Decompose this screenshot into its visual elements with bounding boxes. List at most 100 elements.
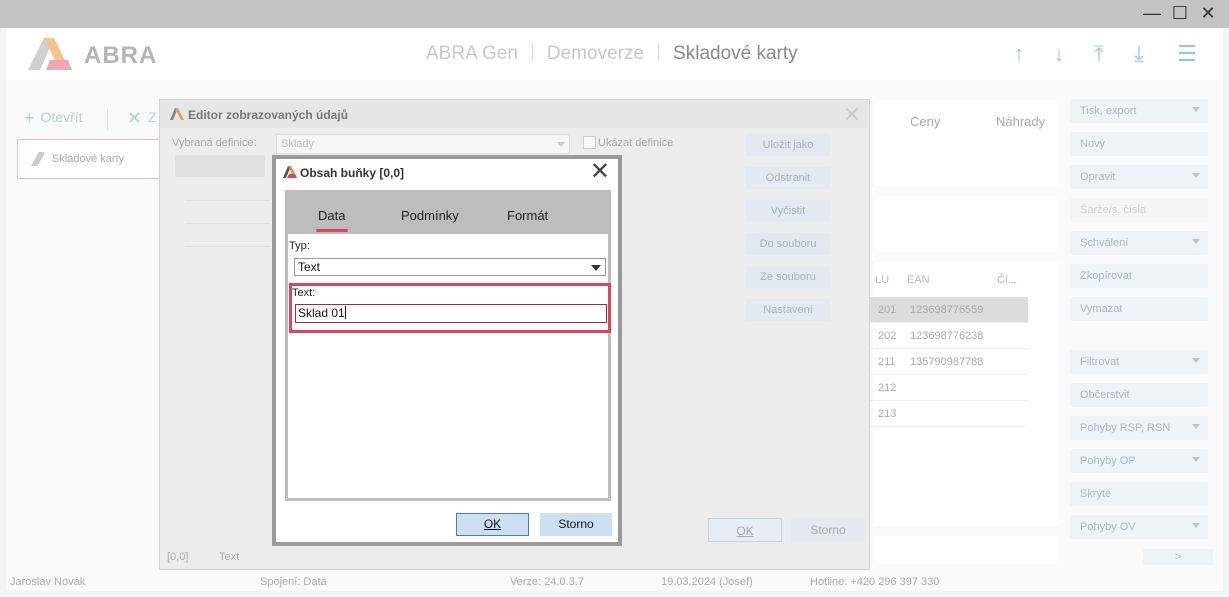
editor-grid-header — [175, 155, 265, 177]
text-field-highlight: Text: Sklad 01 — [289, 283, 611, 333]
maximize-icon[interactable]: ☐ — [1167, 2, 1193, 24]
arrow-down-icon[interactable]: ↓ — [1047, 42, 1071, 66]
page-title: Skladové karty — [673, 43, 798, 64]
abra-small-icon — [170, 108, 184, 120]
side-button-6[interactable]: Vymazat — [1070, 297, 1208, 321]
cell-position: [0,0] — [167, 551, 189, 563]
tab-nahrady[interactable]: Náhrady — [996, 114, 1045, 129]
definition-select[interactable]: Sklady — [276, 134, 570, 154]
more-button[interactable]: > — [1143, 549, 1213, 565]
toolbar-divider — [107, 108, 108, 130]
breadcrumb-item[interactable]: Demoverze — [547, 43, 644, 64]
background-tabs: Ceny Náhrady — [874, 100, 1058, 146]
card-icon — [30, 152, 44, 166]
close-button[interactable]: ✕ Z — [127, 108, 157, 129]
close-icon[interactable]: ✕ — [590, 159, 610, 185]
show-definition-checkbox[interactable] — [583, 136, 596, 149]
arrow-up-icon[interactable]: ↑ — [1007, 42, 1031, 66]
minimize-icon[interactable]: — — [1139, 2, 1165, 24]
divider — [185, 246, 270, 247]
save-as-button[interactable]: Uložit jako — [746, 134, 830, 156]
side-button-8[interactable]: Občerstvit — [1070, 383, 1208, 407]
chevron-down-icon — [1192, 457, 1200, 462]
table-row[interactable]: 202 123698776238 — [868, 323, 1028, 349]
abra-logo: ABRA — [28, 38, 168, 70]
side-button-4[interactable]: Schválení — [1070, 231, 1208, 255]
show-definition-label: Ukázat definice — [598, 137, 674, 149]
table-row[interactable]: 201 123698776559 — [868, 297, 1028, 323]
active-tab-indicator — [316, 229, 348, 232]
background-panel — [874, 146, 1058, 186]
side-button-11[interactable]: Skryté — [1070, 482, 1208, 506]
tab-content: Typ: Text Text: Sklad 01 — [285, 234, 611, 501]
table-row[interactable]: 213 — [868, 401, 1028, 427]
arrow-to-top-icon[interactable]: ⤒ — [1087, 42, 1111, 66]
ok-button[interactable]: OK — [456, 513, 529, 536]
chevron-down-icon — [1192, 173, 1200, 178]
chevron-down-icon — [1192, 107, 1200, 112]
delete-button[interactable]: Odstranit — [746, 167, 830, 189]
status-version: Verze: 24.0.3.7 — [510, 576, 584, 588]
close-icon: ✕ — [127, 108, 143, 128]
breadcrumb: ABRA Gen Demoverze Skladové karty — [426, 42, 798, 65]
divider — [185, 200, 270, 201]
side-button-7[interactable]: Filtrovat — [1070, 350, 1208, 374]
divider — [185, 223, 270, 224]
abra-small-icon — [283, 166, 297, 178]
window-titlebar: — ☐ ✕ — [0, 0, 1229, 28]
status-hotline: Hotline: +420 296 397 330 — [810, 576, 940, 588]
editor-title: Editor zobrazovaných údajů — [188, 108, 349, 122]
status-connection: Spojení: Data — [260, 576, 327, 588]
text-caret — [344, 306, 346, 319]
tab-podminky[interactable]: Podmínky — [401, 208, 459, 223]
arrow-to-bottom-icon[interactable]: ⤓ — [1127, 42, 1151, 66]
side-button-12[interactable]: Pohyby OV — [1070, 515, 1208, 539]
breadcrumb-item[interactable]: ABRA Gen — [426, 43, 518, 64]
side-button-3[interactable]: Šarže/s. čísla — [1070, 198, 1208, 222]
settings-button[interactable]: Nastavení — [746, 299, 830, 321]
side-button-0[interactable]: Tisk, export — [1070, 99, 1208, 123]
table-row[interactable]: 211 135790987788 — [868, 349, 1028, 375]
tab-data[interactable]: Data — [318, 208, 345, 223]
hamburger-menu-icon[interactable]: ☰ — [1175, 42, 1199, 66]
type-select[interactable]: Text — [294, 258, 606, 276]
logo-text: ABRA — [84, 42, 158, 69]
definition-label: Vybraná definice: — [172, 137, 257, 149]
side-button-5[interactable]: Zkopírovat — [1070, 264, 1208, 288]
table-row[interactable]: 212 — [868, 375, 1028, 401]
abra-logo-icon — [28, 38, 72, 70]
open-button[interactable]: + Otevřít — [24, 108, 83, 129]
chevron-down-icon — [1192, 239, 1200, 244]
chevron-down-icon — [591, 265, 601, 271]
text-label: Text: — [292, 287, 316, 299]
editor-cancel-button[interactable]: Storno — [791, 518, 865, 542]
status-date: 19.03.2024 (Josef) — [661, 576, 753, 588]
side-button-1[interactable]: Nový — [1070, 132, 1208, 156]
tab-bar: Data Podmínky Formát — [285, 190, 611, 234]
cell-dialog-titlebar: Obsah buňky [0,0] ✕ — [276, 159, 618, 185]
cancel-button[interactable]: Storno — [540, 513, 612, 536]
cell-type: Text — [219, 551, 240, 563]
editor-titlebar: Editor zobrazovaných údajů ✕ — [160, 100, 869, 128]
tab-ceny[interactable]: Ceny — [910, 114, 940, 129]
chevron-down-icon — [1192, 523, 1200, 528]
chevron-down-icon — [557, 142, 565, 147]
app-header: ABRA ABRA Gen Demoverze Skladové karty ↑ ↓… — [6, 28, 1223, 80]
to-file-button[interactable]: Do souboru — [746, 233, 830, 255]
cell-content-dialog: Obsah buňky [0,0] ✕ Data Podmínky Formát… — [272, 155, 622, 546]
side-button-10[interactable]: Pohyby OP — [1070, 449, 1208, 473]
close-icon[interactable]: ✕ — [843, 102, 861, 128]
close-window-icon[interactable]: ✕ — [1195, 2, 1221, 24]
tree-item-skladove-karty[interactable]: Skladové karty — [17, 139, 167, 179]
editor-ok-button[interactable]: OK — [708, 518, 782, 542]
cell-dialog-title: Obsah buňky [0,0] — [300, 166, 405, 180]
tab-format[interactable]: Formát — [507, 208, 548, 223]
from-file-button[interactable]: Ze souboru — [746, 266, 830, 288]
clear-button[interactable]: Vyčistit — [746, 200, 830, 222]
chevron-down-icon — [1192, 424, 1200, 429]
side-button-9[interactable]: Pohyby RSP, RSN — [1070, 416, 1208, 440]
side-button-2[interactable]: Opravit — [1070, 165, 1208, 189]
background-panel — [874, 536, 1058, 564]
text-input[interactable]: Sklad 01 — [295, 304, 607, 323]
type-label: Typ: — [289, 240, 310, 252]
